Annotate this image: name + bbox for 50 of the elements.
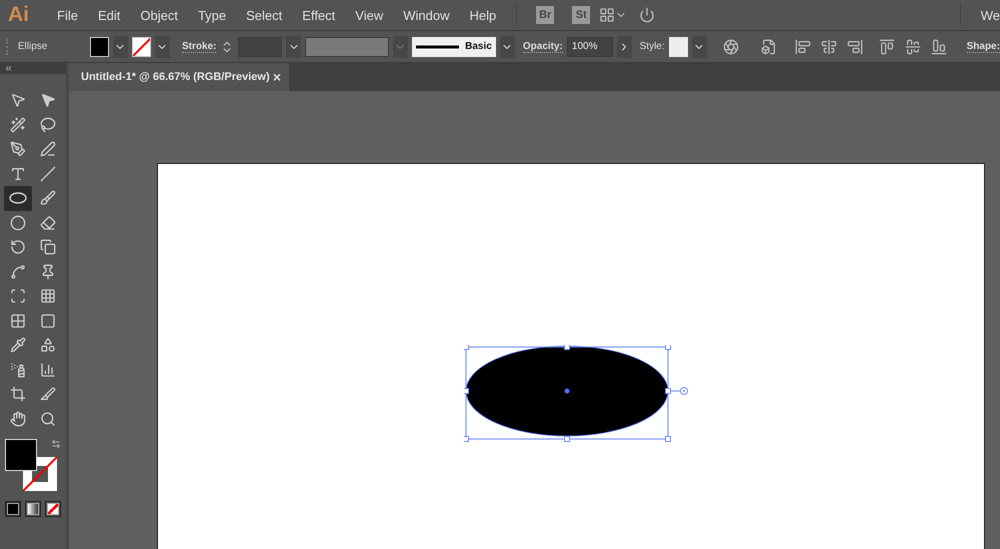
none-mode-icon[interactable] <box>45 501 61 517</box>
object-type-label: Ellipse <box>18 41 48 52</box>
app-logo: Ai <box>8 3 29 27</box>
document-icon[interactable] <box>760 38 777 54</box>
opacity-arrow-button[interactable] <box>616 36 632 58</box>
stroke-weight-dropdown[interactable] <box>286 36 302 58</box>
close-tab-button[interactable]: × <box>272 69 281 85</box>
stroke-none-swatch[interactable] <box>132 36 151 56</box>
variable-width-field[interactable] <box>305 36 389 56</box>
fill-color-swatch[interactable] <box>5 439 37 471</box>
style-dropdown[interactable] <box>692 36 707 58</box>
opacity-field[interactable]: 100% <box>566 36 613 56</box>
menu-item[interactable]: File <box>47 8 88 22</box>
menu-item[interactable]: Select <box>236 8 292 22</box>
brush-field[interactable]: Basic <box>412 36 496 56</box>
gradient-mode-icon[interactable] <box>25 501 41 517</box>
fill-dropdown[interactable] <box>112 36 128 58</box>
menu-item[interactable]: Help <box>459 8 506 22</box>
bridge-button[interactable]: Br <box>536 6 554 24</box>
menu-item[interactable]: View <box>345 8 394 22</box>
swap-icon[interactable] <box>51 439 61 449</box>
align-bottom-icon[interactable] <box>930 38 947 54</box>
stroke-weight-field[interactable] <box>238 36 282 56</box>
align-right-icon[interactable] <box>846 38 863 54</box>
opacity-label[interactable]: Opacity: <box>522 40 563 52</box>
stroke-dropdown[interactable] <box>154 36 170 58</box>
menu-item[interactable]: Window <box>393 8 460 22</box>
stroke-label[interactable]: Stroke: <box>182 40 216 52</box>
color-mode-icon[interactable] <box>5 501 21 517</box>
collapse-icon[interactable] <box>4 64 13 73</box>
menu-item[interactable]: Edit <box>88 8 130 22</box>
align-middle-icon[interactable] <box>904 38 921 54</box>
align-center-icon[interactable] <box>820 38 837 54</box>
style-label: Style: <box>640 41 665 52</box>
menu-item[interactable]: Type <box>188 8 236 22</box>
brush-stroke-preview <box>416 44 460 48</box>
align-top-icon[interactable] <box>878 38 895 54</box>
fill-swatch[interactable] <box>90 36 109 56</box>
workspace-label[interactable]: We <box>970 8 1000 22</box>
stock-button[interactable]: St <box>572 6 590 24</box>
layout-icon[interactable] <box>599 7 616 23</box>
recolor-wheel-icon[interactable] <box>722 38 739 54</box>
power-icon[interactable] <box>639 7 656 23</box>
document-tab[interactable]: Untitled-1* @ 66.67% (RGB/Preview) <box>81 71 270 83</box>
menu-item[interactable]: Object <box>130 8 188 22</box>
shape-label[interactable]: Shape: <box>966 40 1000 52</box>
menu-item[interactable]: Effect <box>292 8 346 22</box>
style-swatch[interactable] <box>668 36 688 56</box>
brush-dropdown[interactable] <box>500 36 515 58</box>
align-left-icon[interactable] <box>794 38 811 54</box>
